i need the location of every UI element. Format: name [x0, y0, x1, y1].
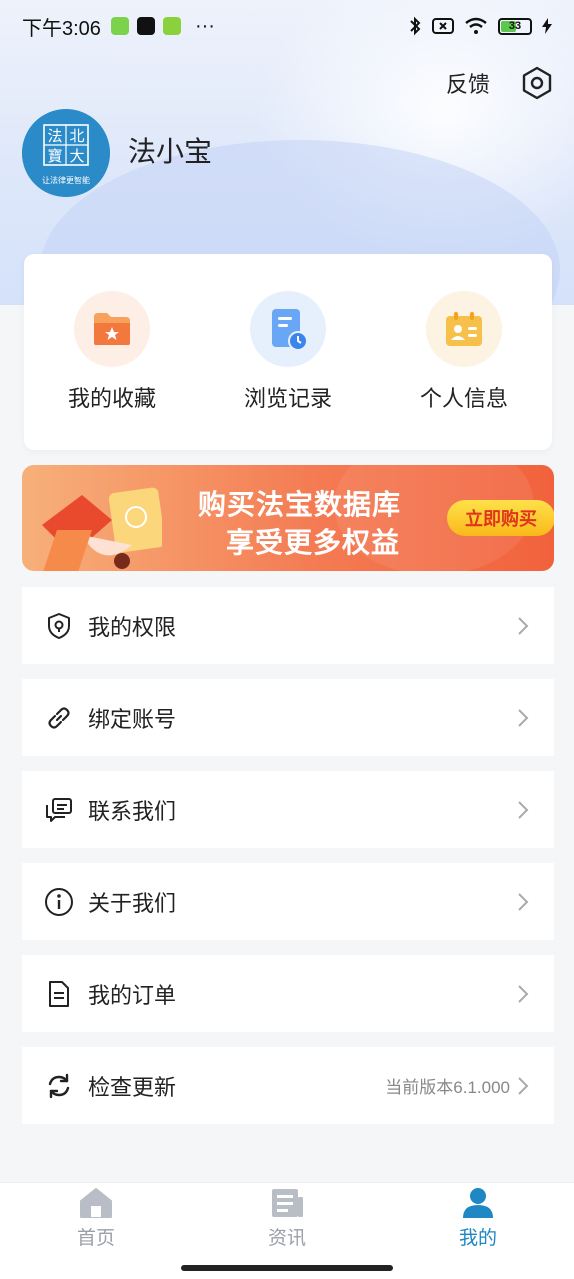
chat-icon [46, 797, 72, 822]
news-icon [272, 1189, 303, 1217]
document-clock-icon [272, 309, 308, 351]
banner-subtitle: 享受更多权益 [226, 527, 401, 558]
shield-lock-icon [48, 612, 70, 639]
bluetooth-icon [410, 16, 421, 36]
menu-item-orders[interactable]: 我的订单 [22, 955, 554, 1032]
menu-item-label: 关于我们 [88, 890, 177, 916]
battery-level: 33 [508, 20, 522, 32]
order-document-icon [49, 980, 69, 1007]
settings-icon[interactable] [520, 66, 554, 100]
link-icon [48, 706, 70, 729]
quick-action-label: 我的收藏 [67, 386, 156, 411]
favorites-icon-bg [74, 291, 150, 367]
banner-title: 购买法宝数据库 [198, 489, 402, 520]
chevron-right-icon [518, 616, 529, 635]
profile-icon-bg [426, 291, 502, 367]
tab-news[interactable]: 资讯 [227, 1187, 347, 1250]
menu-item-permissions[interactable]: 我的权限 [22, 587, 554, 664]
id-card-icon [446, 312, 482, 346]
more-notifications-icon: ··· [194, 14, 215, 37]
download-icon [162, 17, 181, 35]
no-sim-icon [432, 18, 454, 34]
chevron-right-icon [518, 892, 529, 911]
promo-banner[interactable]: 购买法宝数据库 享受更多权益 立即购买 [22, 465, 554, 571]
menu-item-label: 检查更新 [88, 1074, 177, 1100]
feedback-button[interactable]: 反馈 [446, 67, 490, 99]
tab-home[interactable]: 首页 [36, 1187, 156, 1250]
profile-icon [463, 1188, 493, 1218]
home-indicator[interactable] [181, 1265, 393, 1271]
menu-item-label: 我的权限 [88, 614, 177, 640]
battery-icon: 33 [498, 17, 532, 35]
tab-label: 我的 [458, 1228, 497, 1249]
logo-char-4: 寶 [47, 147, 62, 165]
tab-label: 资讯 [267, 1228, 306, 1249]
quick-action-profile[interactable]: 个人信息 [384, 291, 544, 413]
tiktok-icon [136, 17, 155, 35]
app-notification-icon [110, 17, 129, 35]
quick-action-label: 浏览记录 [243, 386, 332, 411]
charging-icon [542, 18, 552, 34]
menu-item-about[interactable]: 关于我们 [22, 863, 554, 940]
logo-char-1: 北 [69, 127, 84, 145]
quick-action-label: 个人信息 [419, 386, 508, 411]
chevron-right-icon [518, 708, 529, 727]
quick-action-history[interactable]: 浏览记录 [208, 291, 368, 413]
tab-label: 首页 [76, 1228, 115, 1249]
logo-slogan: 让法律更智能 [42, 175, 90, 185]
gift-illustration-icon [42, 487, 162, 571]
chevron-right-icon [518, 800, 529, 819]
home-icon [80, 1188, 112, 1218]
pkulaw-logo: 北 法 大 寶 让法律更智能 [22, 109, 110, 197]
quick-action-favorites[interactable]: 我的收藏 [32, 291, 192, 413]
logo-char-3: 大 [69, 147, 84, 165]
logo-char-2: 法 [47, 127, 62, 145]
username: 法小宝 [128, 136, 213, 167]
folder-star-icon [94, 313, 130, 345]
menu-item-label: 绑定账号 [88, 706, 177, 732]
history-icon-bg [250, 291, 326, 367]
chevron-right-icon [518, 984, 529, 1003]
menu-item-check-update[interactable]: 检查更新 当前版本6.1.000 [22, 1047, 554, 1124]
menu-item-contact[interactable]: 联系我们 [22, 771, 554, 848]
menu-item-label: 我的订单 [88, 982, 177, 1008]
current-version: 当前版本6.1.000 [385, 1078, 510, 1097]
quick-actions-card: 我的收藏 浏览记录 个人信息 [24, 254, 552, 450]
refresh-icon [48, 1073, 70, 1098]
menu-item-bind-account[interactable]: 绑定账号 [22, 679, 554, 756]
buy-now-button[interactable]: 立即购买 [447, 500, 554, 536]
tab-mine[interactable]: 我的 [418, 1187, 538, 1250]
status-time: 下午3:06 [22, 17, 101, 40]
menu-item-label: 联系我们 [88, 798, 177, 824]
info-icon [45, 887, 73, 916]
wifi-icon [465, 17, 487, 34]
chevron-right-icon [518, 1076, 529, 1095]
status-bar: 下午3:06 ··· 33 [0, 0, 574, 52]
avatar[interactable]: 北 法 大 寶 让法律更智能 [22, 109, 110, 197]
